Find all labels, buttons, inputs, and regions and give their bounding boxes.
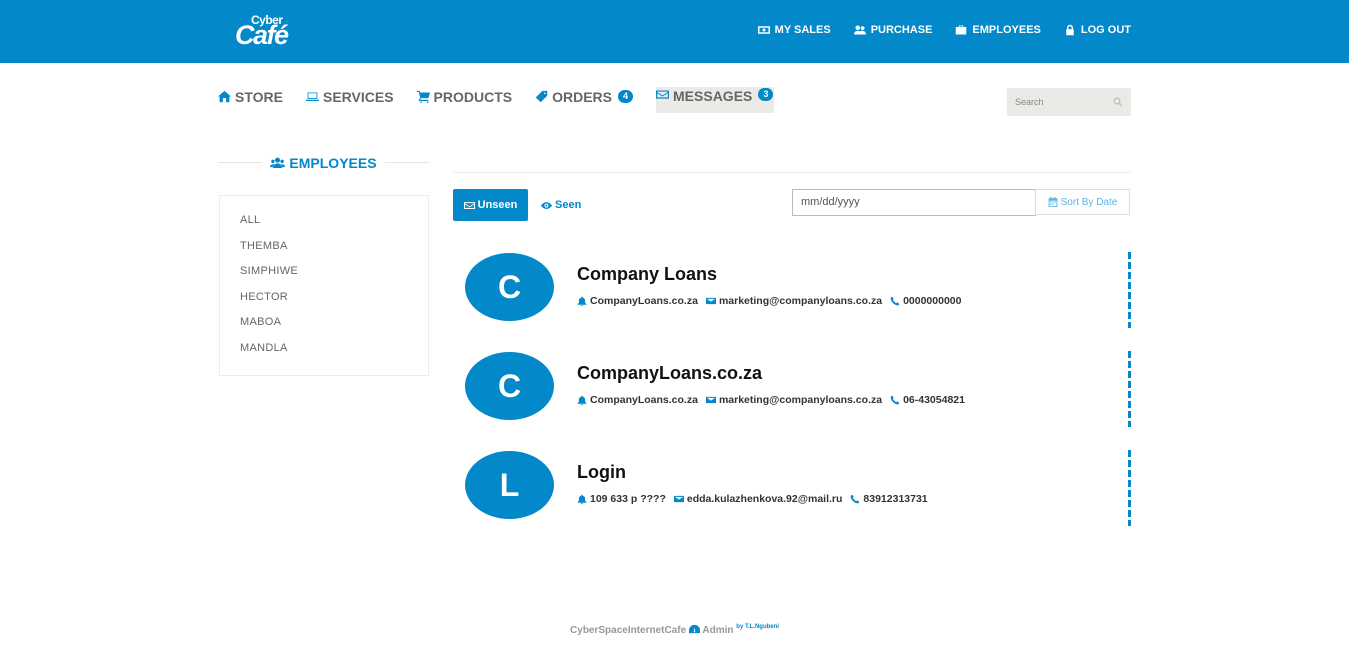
nav-label: ORDERS xyxy=(552,88,612,105)
avatar: C xyxy=(465,253,554,321)
avatar: C xyxy=(465,352,554,420)
bell-icon xyxy=(577,494,587,504)
employees-title-text: EMPLOYEES xyxy=(289,155,377,171)
employees-header: EMPLOYEES xyxy=(218,155,429,175)
top-nav-label: PURCHASE xyxy=(870,24,933,36)
employee-item-simphiwe[interactable]: SIMPHIWE xyxy=(220,259,428,285)
search-box xyxy=(1007,88,1131,116)
employee-item-hector[interactable]: HECTOR xyxy=(220,285,428,311)
envelope-icon xyxy=(705,396,716,404)
footer-admin: Admin xyxy=(702,625,734,636)
sender-phone: 06-43054821 xyxy=(890,394,965,406)
briefcase-icon xyxy=(956,25,967,35)
sort-by-date-button[interactable]: Sort By Date xyxy=(1035,189,1130,215)
message-meta: 109 633 p ???? edda.kulazhenkova.92@mail… xyxy=(577,493,928,505)
sender-name: CompanyLoans.co.za xyxy=(577,295,698,307)
cart-icon xyxy=(416,90,430,103)
nav-label: PRODUCTS xyxy=(433,88,513,105)
bell-icon xyxy=(577,395,587,405)
search-input[interactable] xyxy=(1015,97,1105,107)
employee-item-themba[interactable]: THEMBA xyxy=(220,234,428,260)
sender-phone: 0000000000 xyxy=(890,295,961,307)
message-item[interactable]: L Login 109 633 p ???? edda.kulazhenkova… xyxy=(465,450,1131,527)
bell-icon xyxy=(577,296,587,306)
date-filter-input[interactable]: mm/dd/yyyy xyxy=(792,189,1036,216)
footer-text: CyberSpaceInternetCafe xyxy=(570,625,687,636)
sender-email: edda.kulazhenkova.92@mail.ru xyxy=(673,493,842,505)
sender-email: marketing@companyloans.co.za xyxy=(705,394,882,406)
avatar: L xyxy=(465,451,554,519)
orders-count-badge: 4 xyxy=(618,90,634,103)
top-nav-my-sales[interactable]: MY SALES xyxy=(757,24,831,36)
unseen-button[interactable]: Unseen xyxy=(453,189,528,221)
top-nav-employees[interactable]: EMPLOYEES xyxy=(955,24,1041,36)
laptop-icon xyxy=(305,92,319,101)
phone-icon xyxy=(890,395,900,405)
users-icon xyxy=(270,157,286,168)
employee-item-maboa[interactable]: MABOA xyxy=(220,310,428,336)
employees-title: EMPLOYEES xyxy=(262,155,385,171)
top-nav-label: EMPLOYEES xyxy=(972,24,1041,36)
messages-count-badge: 3 xyxy=(758,88,774,101)
envelope-icon xyxy=(463,201,475,209)
nav-products[interactable]: PRODUCTS xyxy=(416,87,513,106)
top-nav: MY SALES PURCHASE EMPLOYEES LOG OUT xyxy=(757,24,1131,36)
main-nav: STORE SERVICES PRODUCTS ORDERS 4 MESSAGE… xyxy=(218,87,775,113)
nav-label: MESSAGES xyxy=(673,88,753,104)
logo-big-text: Café xyxy=(235,20,289,50)
sender-email: marketing@companyloans.co.za xyxy=(705,295,882,307)
dashed-marker xyxy=(1128,351,1131,427)
envelope-icon xyxy=(705,297,716,305)
employee-item-mandla[interactable]: MANDLA xyxy=(220,336,428,362)
divider xyxy=(453,172,1131,173)
nav-messages[interactable]: MESSAGES 3 xyxy=(656,87,775,113)
lock-icon xyxy=(1066,24,1074,36)
sort-label: Sort By Date xyxy=(1060,196,1118,208)
phone-icon xyxy=(851,494,860,504)
message-meta: CompanyLoans.co.za marketing@companyloan… xyxy=(577,394,965,406)
message-title[interactable]: CompanyLoans.co.za xyxy=(577,363,762,384)
top-nav-label: MY SALES xyxy=(774,24,831,36)
message-item[interactable]: C CompanyLoans.co.za CompanyLoans.co.za … xyxy=(465,351,1131,428)
nav-label: STORE xyxy=(235,88,283,105)
message-meta: CompanyLoans.co.za marketing@companyloan… xyxy=(577,295,961,307)
sender-name: CompanyLoans.co.za xyxy=(577,394,698,406)
cyber-cafe-logo[interactable]: Cyber Café xyxy=(235,13,325,50)
nav-orders[interactable]: ORDERS 4 xyxy=(535,87,634,106)
message-title[interactable]: Company Loans xyxy=(577,264,717,285)
search-icon[interactable] xyxy=(1113,97,1123,107)
dashed-marker xyxy=(1128,450,1131,526)
dashed-marker xyxy=(1128,252,1131,328)
employee-item-all[interactable]: ALL xyxy=(220,208,428,234)
users-icon xyxy=(853,25,866,35)
nav-label: SERVICES xyxy=(322,88,394,105)
tag-icon xyxy=(535,90,548,103)
seen-button[interactable]: Seen xyxy=(541,199,581,211)
dashboard-icon xyxy=(688,624,700,634)
envelope-icon xyxy=(656,90,670,99)
top-bar: Cyber Café MY SALES PURCHASE EMPLOYEES L… xyxy=(0,0,1349,63)
money-icon xyxy=(757,26,770,34)
top-nav-label: LOG OUT xyxy=(1080,24,1131,36)
home-icon xyxy=(218,90,231,103)
phone-icon xyxy=(890,296,900,306)
footer-credit: by T.L.Ngubeni xyxy=(736,624,779,630)
top-nav-purchase[interactable]: PURCHASE xyxy=(853,24,933,36)
employee-list: ALL THEMBA SIMPHIWE HECTOR MABOA MANDLA xyxy=(219,195,429,376)
unseen-label: Unseen xyxy=(477,199,518,211)
eye-icon xyxy=(541,201,552,209)
sender-phone: 83912313731 xyxy=(850,493,928,505)
envelope-icon xyxy=(673,495,684,503)
sender-name: 109 633 p ???? xyxy=(577,493,666,505)
calendar-icon xyxy=(1048,197,1058,207)
footer: CyberSpaceInternetCafe Admin by T.L.Ngub… xyxy=(0,624,1349,636)
message-item[interactable]: C Company Loans CompanyLoans.co.za marke… xyxy=(465,252,1131,329)
nav-store[interactable]: STORE xyxy=(218,87,283,106)
message-title[interactable]: Login xyxy=(577,462,626,483)
top-nav-log-out[interactable]: LOG OUT xyxy=(1064,24,1131,36)
seen-label: Seen xyxy=(555,199,582,211)
nav-services[interactable]: SERVICES xyxy=(305,87,394,106)
